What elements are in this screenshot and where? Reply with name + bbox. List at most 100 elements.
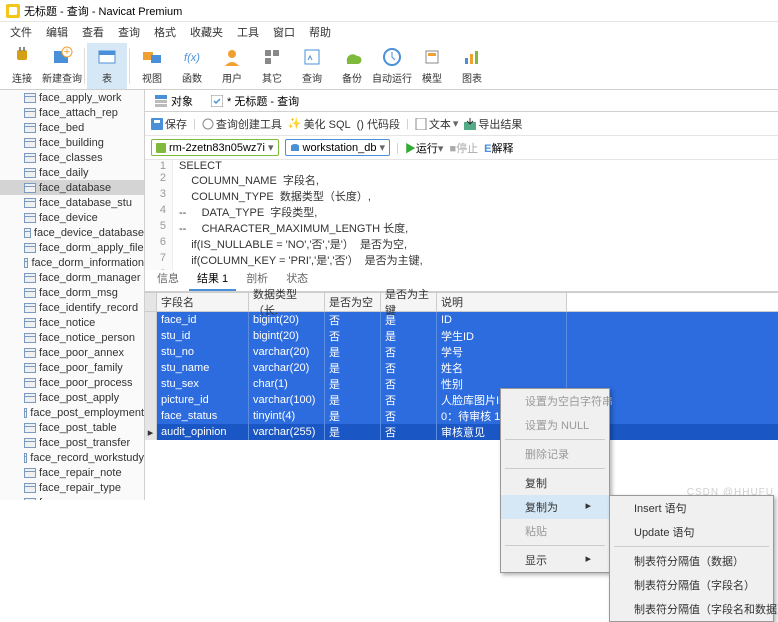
- sidebar-item-face_device[interactable]: face_device: [0, 210, 144, 225]
- column-header[interactable]: 是否为空: [325, 293, 381, 311]
- tab-query[interactable]: * 无标题 - 查询: [207, 91, 303, 111]
- cell[interactable]: picture_id: [157, 392, 249, 408]
- sidebar-item-face_classes[interactable]: face_classes: [0, 150, 144, 165]
- cell[interactable]: 是: [325, 360, 381, 376]
- cell[interactable]: 否: [381, 392, 437, 408]
- menu-favorites[interactable]: 收藏夹: [184, 22, 229, 42]
- cell[interactable]: 是: [325, 392, 381, 408]
- explain-button[interactable]: E解释: [484, 140, 513, 156]
- cell[interactable]: audit_opinion: [157, 424, 249, 440]
- menu-query[interactable]: 查询: [112, 22, 146, 42]
- sidebar-item-face_room[interactable]: face_room: [0, 495, 144, 500]
- sidebar-item-face_record_workstudy[interactable]: face_record_workstudy: [0, 450, 144, 465]
- cell[interactable]: 否: [381, 360, 437, 376]
- sidebar-item-face_notice[interactable]: face_notice: [0, 315, 144, 330]
- cell[interactable]: 否: [381, 376, 437, 392]
- ctx-set-null[interactable]: 设置为 NULL: [501, 413, 609, 437]
- querybuilder-button[interactable]: 查询创建工具: [202, 116, 282, 132]
- ctx-delete[interactable]: 删除记录: [501, 442, 609, 466]
- sub-tab-field[interactable]: 制表符分隔值（字段名）: [610, 573, 773, 597]
- toolbar-table-button[interactable]: 表: [87, 43, 127, 89]
- stop-button[interactable]: ■停止: [449, 140, 478, 156]
- toolbar-model-button[interactable]: 模型: [412, 43, 452, 89]
- cell[interactable]: 姓名: [437, 360, 567, 376]
- snippet-button[interactable]: () 代码段: [357, 116, 400, 132]
- sidebar-item-face_post_employment[interactable]: face_post_employment: [0, 405, 144, 420]
- cell[interactable]: 否: [325, 328, 381, 344]
- text-button[interactable]: 文本▾: [415, 116, 459, 132]
- sub-update[interactable]: Update 语句: [610, 520, 773, 544]
- menu-edit[interactable]: 编辑: [40, 22, 74, 42]
- sidebar-item-face_repair_note[interactable]: face_repair_note: [0, 465, 144, 480]
- sidebar-item-face_bed[interactable]: face_bed: [0, 120, 144, 135]
- sidebar-item-face_dorm_msg[interactable]: face_dorm_msg: [0, 285, 144, 300]
- cell[interactable]: char(1): [249, 376, 325, 392]
- cell[interactable]: ID: [437, 312, 567, 328]
- cell[interactable]: 否: [325, 312, 381, 328]
- sidebar-item-face_dorm_apply_file[interactable]: face_dorm_apply_file: [0, 240, 144, 255]
- database-dropdown[interactable]: workstation_db ▾: [285, 139, 391, 156]
- cell[interactable]: 否: [381, 344, 437, 360]
- tab-result1[interactable]: 结果 1: [189, 267, 236, 291]
- cell[interactable]: bigint(20): [249, 312, 325, 328]
- sidebar-item-face_daily[interactable]: face_daily: [0, 165, 144, 180]
- table-row[interactable]: stu_namevarchar(20)是否姓名: [145, 360, 778, 376]
- toolbar-query-button[interactable]: 查询: [292, 43, 332, 89]
- cell[interactable]: varchar(255): [249, 424, 325, 440]
- export-button[interactable]: 导出结果: [464, 116, 522, 132]
- save-button[interactable]: 保存: [151, 116, 187, 132]
- ctx-copy-as[interactable]: 复制为▸ Insert 语句 Update 语句 制表符分隔值（数据） 制表符分…: [501, 495, 609, 519]
- toolbar-backup-button[interactable]: 备份: [332, 43, 372, 89]
- cell[interactable]: varchar(20): [249, 360, 325, 376]
- table-row[interactable]: face_statustinyint(4)是否0：待审核 1：已通过: [145, 408, 778, 424]
- table-row[interactable]: stu_novarchar(20)是否学号: [145, 344, 778, 360]
- ctx-copy[interactable]: 复制: [501, 471, 609, 495]
- table-row[interactable]: stu_sexchar(1)是否性别: [145, 376, 778, 392]
- menu-view[interactable]: 查看: [76, 22, 110, 42]
- ctx-set-blank[interactable]: 设置为空白字符串: [501, 389, 609, 413]
- cell[interactable]: 是: [325, 376, 381, 392]
- table-row[interactable]: picture_idvarchar(100)是否人脸库图片ID: [145, 392, 778, 408]
- sidebar-item-face_apply_work[interactable]: face_apply_work: [0, 90, 144, 105]
- menu-help[interactable]: 帮助: [303, 22, 337, 42]
- sidebar-item-face_post_transfer[interactable]: face_post_transfer: [0, 435, 144, 450]
- menu-file[interactable]: 文件: [4, 22, 38, 42]
- cell[interactable]: bigint(20): [249, 328, 325, 344]
- run-button[interactable]: ▶运行▾: [405, 140, 444, 156]
- sidebar-item-face_post_apply[interactable]: face_post_apply: [0, 390, 144, 405]
- column-header[interactable]: 数据类型（长.: [249, 293, 325, 311]
- cell[interactable]: varchar(20): [249, 344, 325, 360]
- cell[interactable]: 是: [325, 408, 381, 424]
- sidebar-item-face_device_database[interactable]: face_device_database: [0, 225, 144, 240]
- sidebar-item-face_identify_record[interactable]: face_identify_record: [0, 300, 144, 315]
- toolbar-auto-button[interactable]: 自动运行: [372, 43, 412, 89]
- sidebar-item-face_attach_rep[interactable]: face_attach_rep: [0, 105, 144, 120]
- sidebar-item-face_poor_family[interactable]: face_poor_family: [0, 360, 144, 375]
- sidebar-item-face_post_table[interactable]: face_post_table: [0, 420, 144, 435]
- ctx-paste[interactable]: 粘贴: [501, 519, 609, 543]
- toolbar-chart-button[interactable]: 图表: [452, 43, 492, 89]
- cell[interactable]: 是: [325, 424, 381, 440]
- sidebar-item-face_database[interactable]: face_database: [0, 180, 144, 195]
- cell[interactable]: 是: [381, 328, 437, 344]
- column-header[interactable]: 是否为主键: [381, 293, 437, 311]
- cell[interactable]: 否: [381, 424, 437, 440]
- beautify-button[interactable]: ✨美化 SQL: [288, 116, 351, 132]
- cell[interactable]: face_id: [157, 312, 249, 328]
- cell[interactable]: 学生ID: [437, 328, 567, 344]
- sql-editor[interactable]: 1SELECT2 COLUMN_NAME 字段名,3 COLUMN_TYPE 数…: [145, 160, 778, 270]
- sidebar-item-face_repair_type[interactable]: face_repair_type: [0, 480, 144, 495]
- toolbar-plug-button[interactable]: 连接: [2, 43, 42, 89]
- cell[interactable]: 否: [381, 408, 437, 424]
- cell[interactable]: stu_sex: [157, 376, 249, 392]
- column-header[interactable]: 字段名: [157, 293, 249, 311]
- server-dropdown[interactable]: rm-2zetn83n05wz7i ▾: [151, 139, 279, 156]
- ctx-display[interactable]: 显示▸: [501, 548, 609, 572]
- cell[interactable]: varchar(100): [249, 392, 325, 408]
- table-row[interactable]: face_idbigint(20)否是ID: [145, 312, 778, 328]
- cell[interactable]: 是: [381, 312, 437, 328]
- sidebar-item-face_database_stu[interactable]: face_database_stu: [0, 195, 144, 210]
- cell[interactable]: 是: [325, 344, 381, 360]
- menu-window[interactable]: 窗口: [267, 22, 301, 42]
- cell[interactable]: stu_name: [157, 360, 249, 376]
